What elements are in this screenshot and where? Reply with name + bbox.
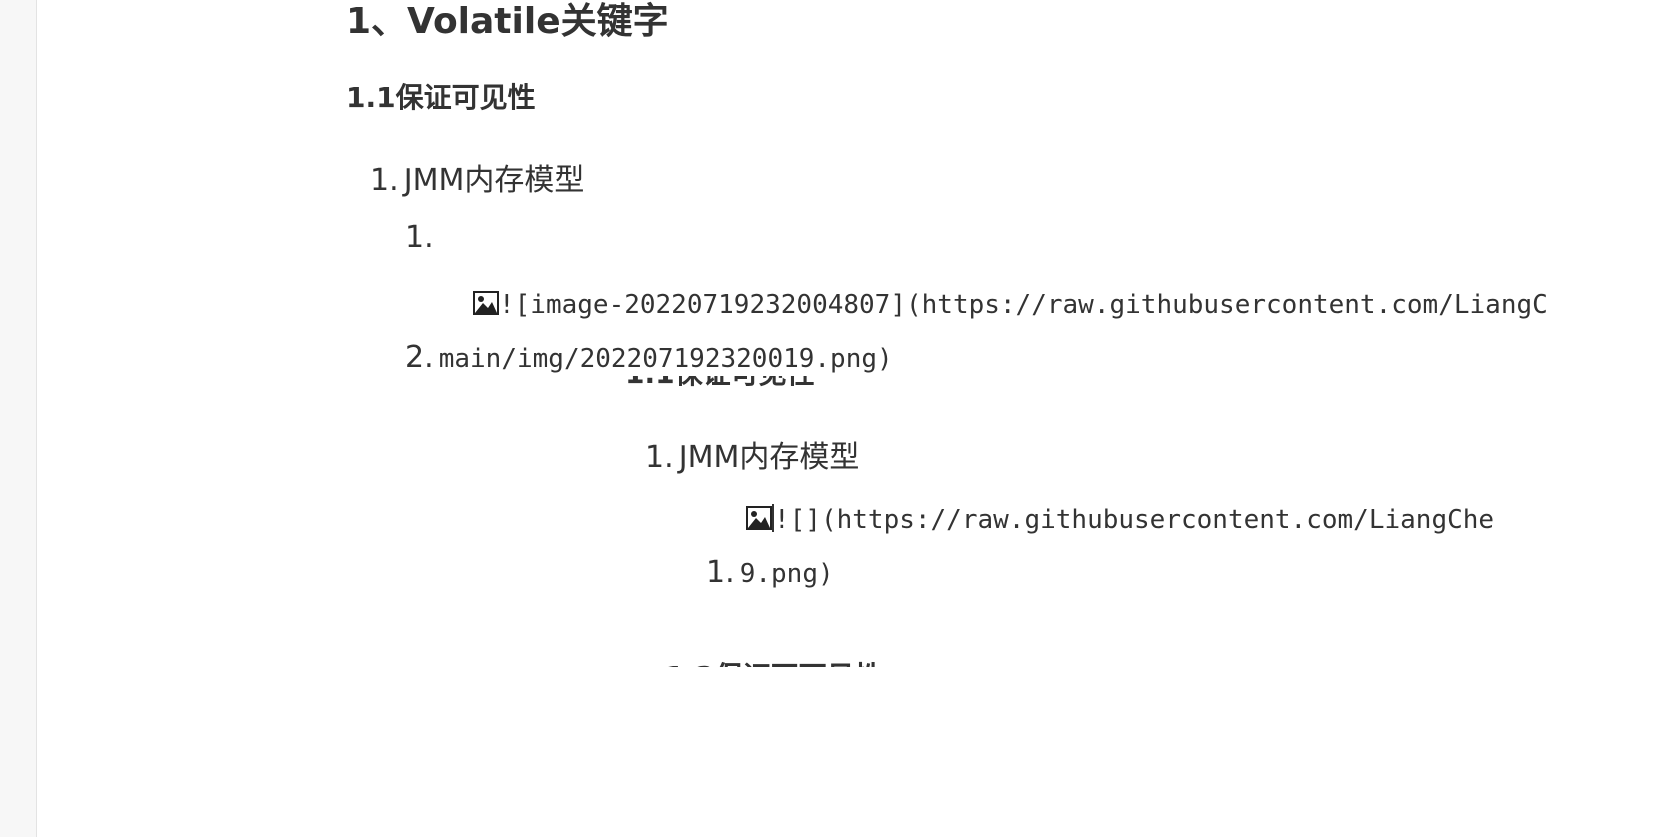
- image-icon: [473, 291, 499, 315]
- editor-area[interactable]: 1、Volatile关键字 1.1保证可见性 1. JMM内存模型 1. ![i…: [37, 0, 1665, 837]
- sub-list-item: 1.: [405, 220, 434, 255]
- image-markdown-text: ![image-20220719232004807](https://raw.g…: [499, 290, 1548, 320]
- ghost-sub-list-item: 1. 9.png): [706, 555, 834, 590]
- ghost-heading-2: 1.1保证可见性: [625, 376, 845, 392]
- image-markdown-line[interactable]: ![image-20220719232004807](https://raw.g…: [473, 290, 1548, 320]
- list-number: 1.: [706, 555, 735, 590]
- ghost-list-item: 1. JMM内存模型: [645, 432, 859, 476]
- ghost-image-markdown-line[interactable]: ![](https://raw.githubusercontent.com/Li…: [746, 504, 1494, 535]
- ghost-heading-2-text: 1.1保证可见性: [625, 376, 815, 392]
- list-number: 1.: [405, 220, 434, 255]
- heading-2: 1.1保证可见性: [346, 81, 536, 114]
- heading-1: 1、Volatile关键字: [346, 1, 669, 42]
- list-number: 1.: [645, 440, 674, 475]
- ghost-next-heading-text: 1.2保证不可见性: [665, 657, 885, 667]
- sidebar-edge: [0, 0, 37, 837]
- ghost-image-markdown-text: ![](https://raw.githubusercontent.com/Li…: [774, 505, 1495, 535]
- list-item-text: JMM内存模型: [678, 440, 860, 475]
- image-icon: [746, 506, 772, 530]
- list-number: 1.: [370, 163, 399, 198]
- list-item-text: 9.png): [739, 559, 834, 589]
- list-item-text: JMM内存模型: [403, 163, 585, 198]
- list-item: 1. JMM内存模型: [370, 155, 584, 199]
- list-item-text: main/img/202207192320019.png): [438, 344, 893, 374]
- sub-list-item: 2. main/img/202207192320019.png): [405, 340, 893, 375]
- ghost-next-heading: 1.2保证不可见性: [665, 657, 885, 667]
- list-number: 2.: [405, 340, 434, 375]
